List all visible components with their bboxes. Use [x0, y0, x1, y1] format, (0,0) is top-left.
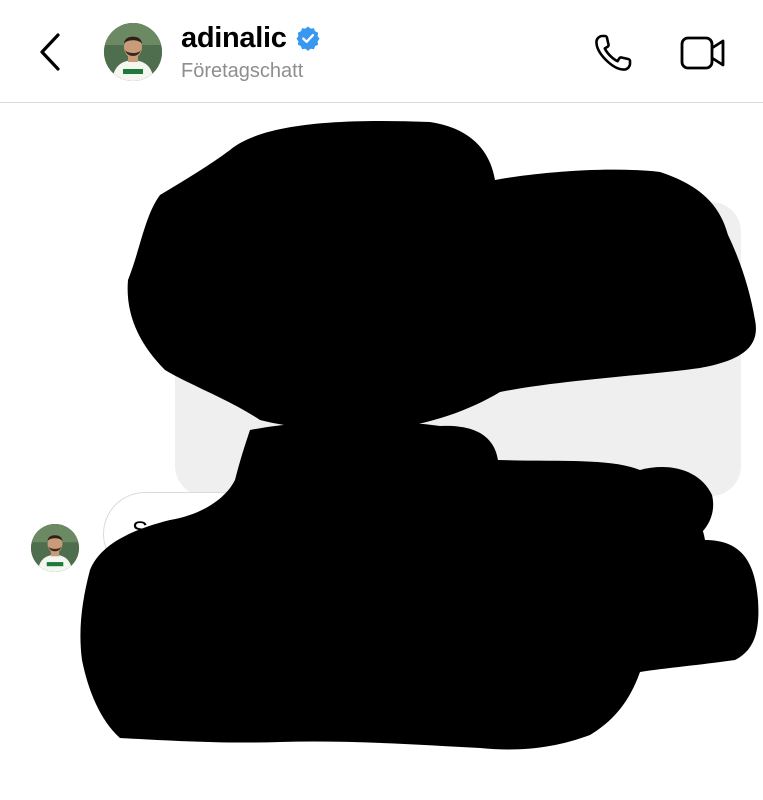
incoming-message-text: S	[132, 517, 149, 544]
incoming-message-bubble[interactable]: S	[103, 492, 623, 576]
verified-badge-icon	[296, 26, 320, 51]
chat-subtitle: Företagschatt	[181, 60, 304, 82]
phone-icon	[595, 34, 632, 71]
chat-header: adinalic Företagschatt	[0, 0, 763, 103]
outgoing-message-bubble[interactable]	[175, 202, 741, 496]
sender-avatar[interactable]	[31, 524, 79, 572]
chevron-left-icon	[40, 33, 60, 71]
video-call-button[interactable]	[678, 30, 728, 76]
audio-call-button[interactable]	[590, 30, 636, 76]
username: adinalic	[181, 22, 287, 54]
profile-avatar[interactable]	[104, 23, 162, 81]
message-thread[interactable]: S	[0, 104, 763, 800]
back-button[interactable]	[30, 28, 70, 76]
chat-title[interactable]: adinalic Företagschatt	[181, 20, 321, 83]
video-camera-icon	[680, 36, 725, 70]
